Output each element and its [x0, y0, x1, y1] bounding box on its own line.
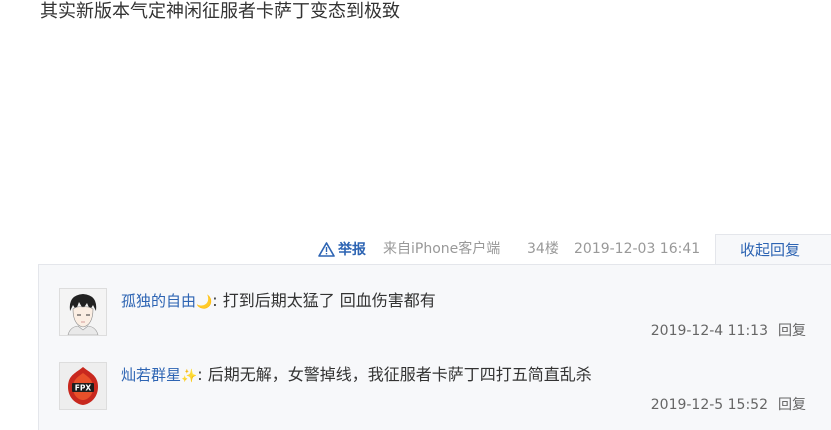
fpx-logo-avatar-icon[interactable]: FPX [59, 362, 107, 410]
reply-content-line: 灿若群星✨: 后期无解，女警掉线，我征服者卡萨丁四打五简直乱杀 [121, 363, 592, 387]
avatar-badge-text: FPX [75, 383, 92, 392]
reply-item: FPX 灿若群星✨: 后期无解，女警掉线，我征服者卡萨丁四打五简直乱杀 2019… [39, 361, 831, 429]
post-content: 其实新版本气定神闲征服者卡萨丁变态到极致 [40, 1, 400, 22]
reply-button[interactable]: 回复 [778, 323, 806, 339]
reply-timestamp: 2019-12-4 11:13 [650, 323, 768, 339]
collapse-replies-tab: 收起回复 [715, 234, 831, 264]
reply-button[interactable]: 回复 [778, 397, 806, 413]
reply-text: 后期无解，女警掉线，我征服者卡萨丁四打五简直乱杀 [207, 365, 592, 384]
report-label: 举报 [338, 242, 366, 258]
floor-number: 34楼 [527, 241, 559, 257]
reply-content-line: 孤独的自由🌙: 打到后期太猛了 回血伤害都有 [121, 289, 436, 313]
sparkle-icon: ✨ [181, 369, 198, 384]
reply-text: 打到后期太猛了 回血伤害都有 [222, 291, 436, 310]
reply-separator: : [212, 291, 218, 310]
post-timestamp: 2019-12-03 16:41 [574, 241, 701, 257]
reply-username[interactable]: 灿若群星 [121, 366, 181, 384]
moon-icon: 🌙 [196, 295, 213, 310]
replies-panel: 孤独的自由🌙: 打到后期太猛了 回血伤害都有 2019-12-4 11:13 回复… [38, 264, 831, 430]
anime-character-avatar-icon[interactable] [59, 288, 107, 336]
reply-meta: 2019-12-4 11:13 回复 [651, 321, 806, 341]
collapse-replies-button[interactable]: 收起回复 [740, 239, 800, 261]
reply-item: 孤独的自由🌙: 打到后期太猛了 回血伤害都有 2019-12-4 11:13 回复 [39, 287, 831, 355]
post-meta-bar: 举报 来自iPhone客户端 34楼 2019-12-03 16:41 收起回复 [0, 234, 831, 264]
post-source: 来自iPhone客户端 [383, 241, 501, 257]
report-button[interactable]: 举报 [318, 238, 366, 260]
reply-separator: : [197, 365, 203, 384]
reply-timestamp: 2019-12-5 15:52 [650, 397, 768, 413]
warning-icon [318, 241, 335, 257]
post-page: 其实新版本气定神闲征服者卡萨丁变态到极致 举报 来自iPhone客户端 34楼 … [0, 0, 831, 430]
reply-meta: 2019-12-5 15:52 回复 [651, 395, 806, 415]
reply-username[interactable]: 孤独的自由 [121, 292, 196, 310]
